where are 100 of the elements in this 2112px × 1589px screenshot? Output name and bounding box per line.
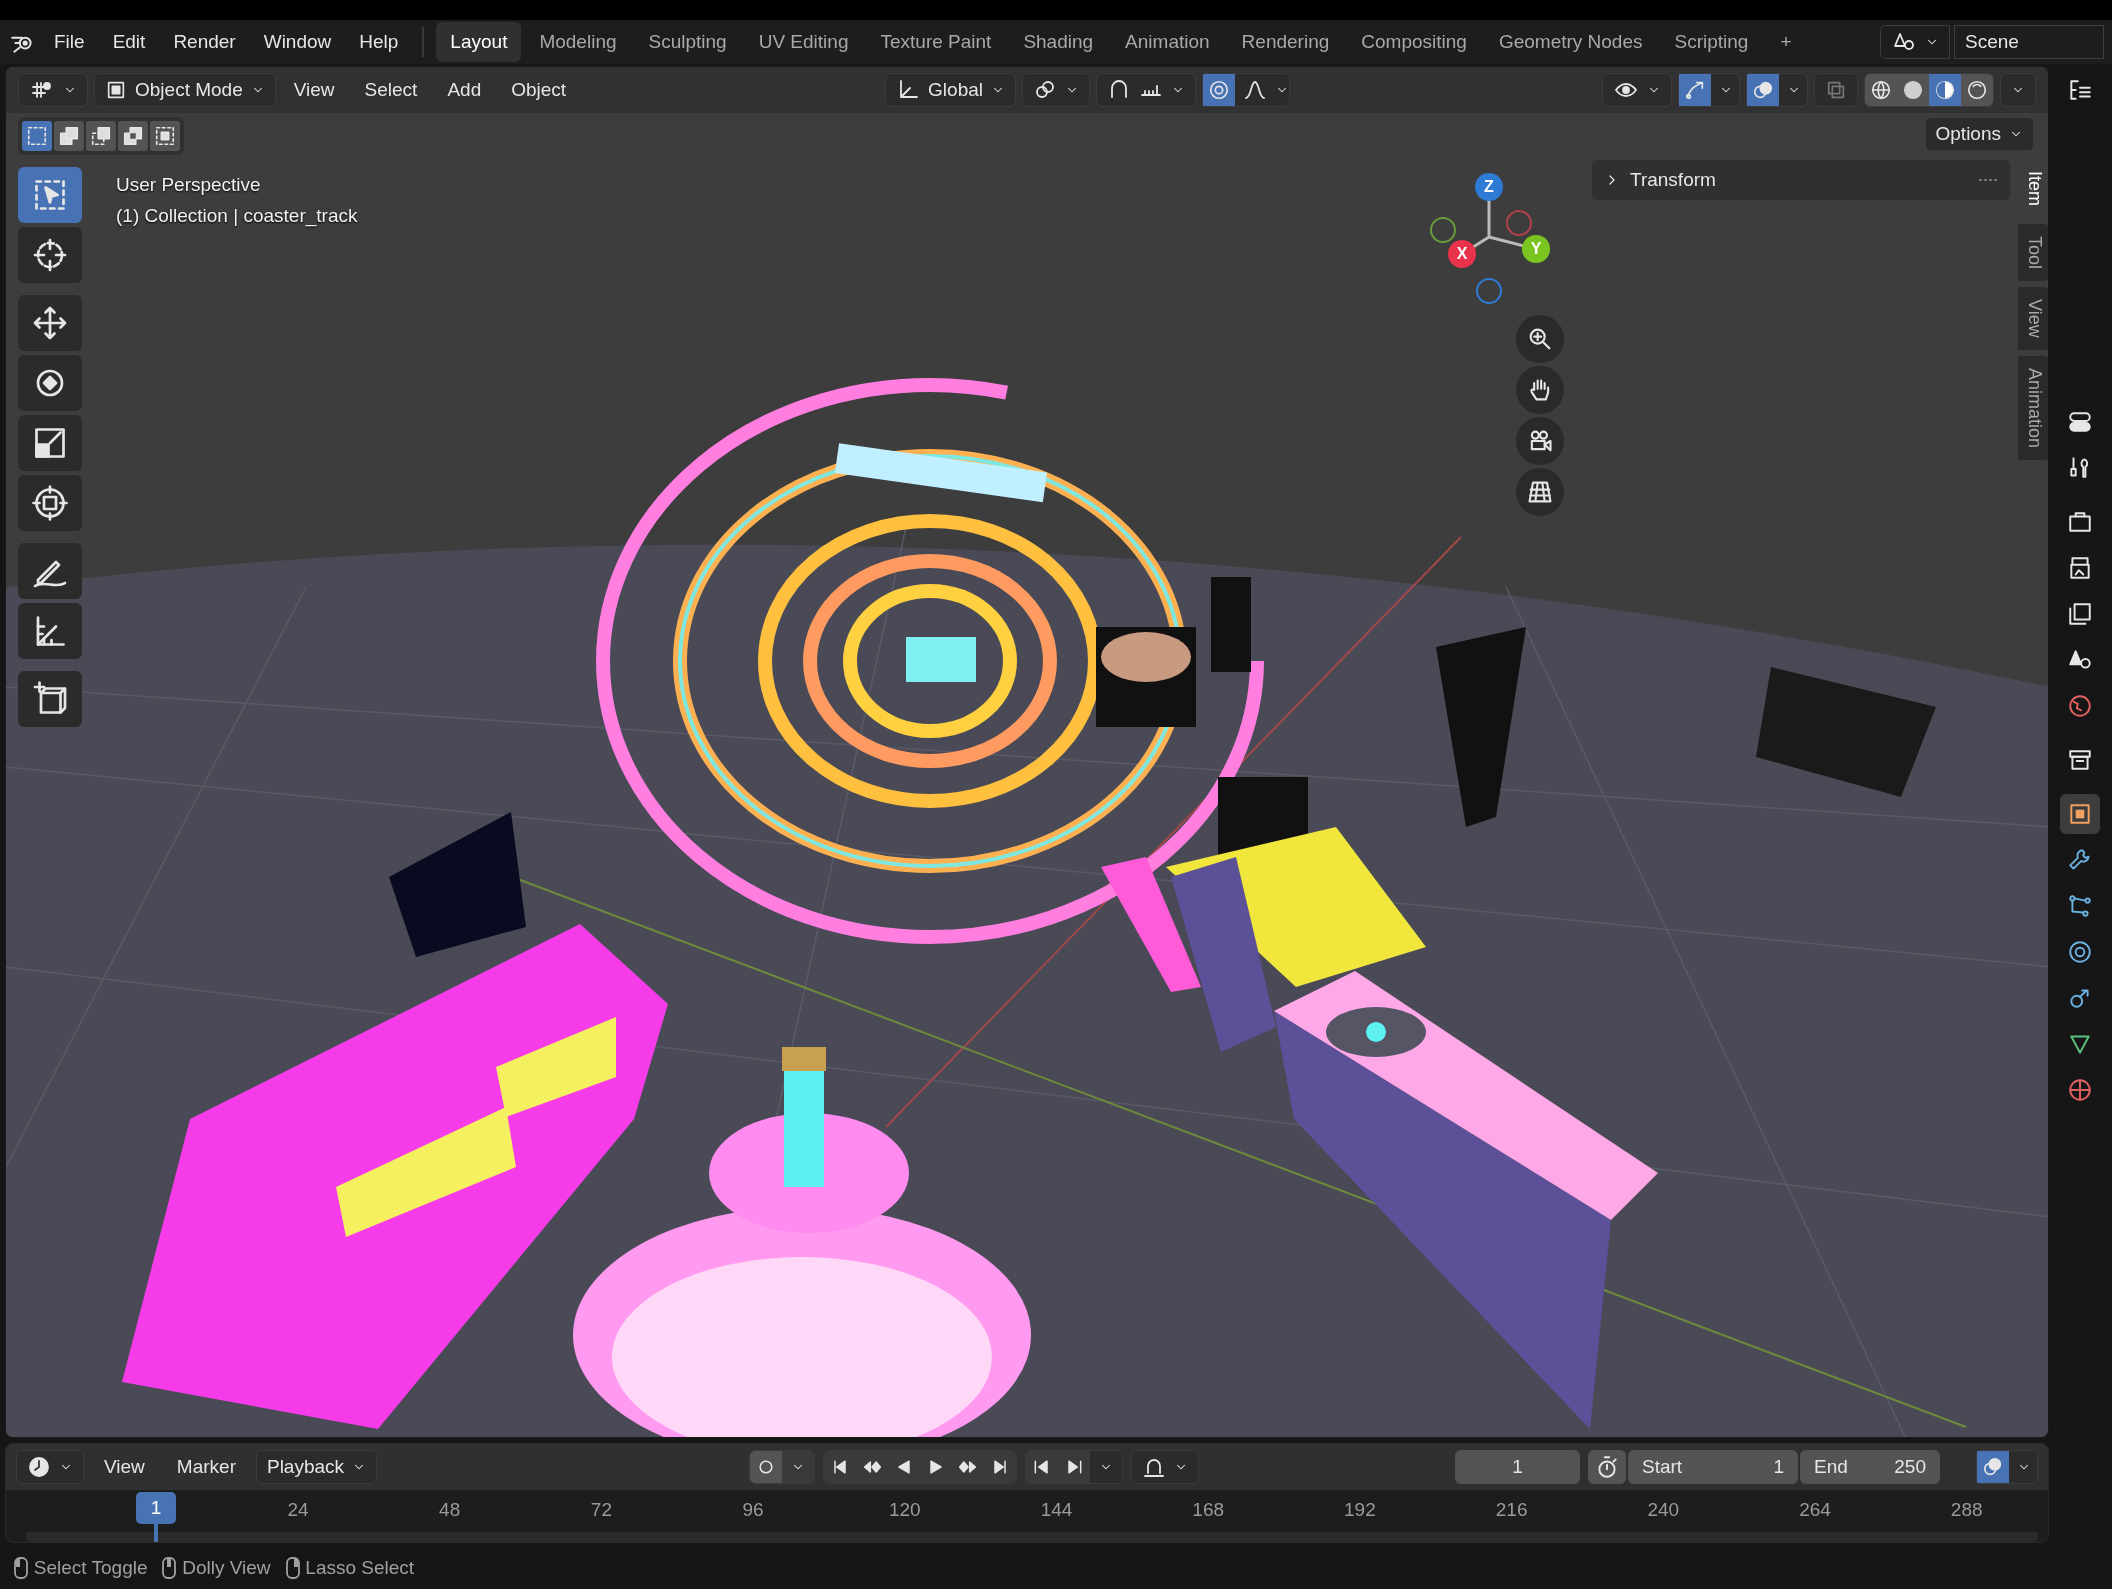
keying-dropdown[interactable]	[1976, 1450, 2038, 1484]
shading-switcher[interactable]	[1864, 73, 1994, 107]
workspace-tab[interactable]: Scripting	[1660, 21, 1763, 63]
mode-dropdown[interactable]: Object Mode	[94, 73, 276, 107]
tool-button[interactable]	[18, 415, 82, 471]
transform-panel[interactable]: Transform	[1591, 159, 2011, 201]
pivot-dropdown[interactable]	[1022, 73, 1090, 107]
sidebar-tab[interactable]: View	[2018, 287, 2048, 350]
workspace-tab[interactable]: Geometry Nodes	[1484, 21, 1657, 63]
selection-mode-button[interactable]	[150, 121, 180, 151]
workspace-tab[interactable]: Layout	[436, 21, 522, 63]
menu-item[interactable]: Window	[251, 21, 344, 63]
workspace-tab[interactable]: Rendering	[1227, 21, 1344, 63]
scene-selector[interactable]	[1880, 25, 1950, 59]
frame-number: 48	[439, 1498, 461, 1522]
start-frame-field[interactable]: Start 1	[1628, 1450, 1798, 1484]
workspace-tab[interactable]: Animation	[1111, 21, 1224, 63]
sidebar-tab[interactable]: Tool	[2018, 224, 2048, 282]
playback-button[interactable]	[984, 1451, 1016, 1483]
frame-number: 264	[1799, 1498, 1831, 1522]
menu-item[interactable]: Object	[499, 69, 579, 111]
object-mode-icon	[105, 79, 127, 101]
navigation-button[interactable]	[1516, 366, 1564, 414]
menu-item[interactable]: File	[42, 21, 97, 63]
tool-button[interactable]	[18, 671, 82, 727]
selection-mode-button[interactable]	[118, 121, 148, 151]
tool-button[interactable]	[18, 355, 82, 411]
properties-tab[interactable]	[2059, 794, 2100, 834]
shading-mode-button[interactable]	[1929, 74, 1961, 106]
sidebar-tab[interactable]: Animation	[2018, 355, 2048, 460]
add-workspace-button[interactable]: +	[1766, 21, 1806, 63]
menu-item[interactable]: View	[281, 69, 347, 111]
workspace-tab[interactable]: UV Editing	[744, 21, 863, 63]
overlays-dropdown[interactable]	[1746, 73, 1808, 107]
workspace-tab[interactable]: Modeling	[525, 21, 631, 63]
shading-mode-button[interactable]	[1897, 74, 1929, 106]
workspace-tab[interactable]: Texture Paint	[866, 21, 1006, 63]
scale-tool-icon	[32, 425, 68, 461]
menu-item[interactable]: Help	[347, 21, 411, 63]
auto-keying-dropdown[interactable]	[1131, 1450, 1199, 1484]
move-tool-icon	[32, 305, 68, 341]
material-shading-icon	[1934, 79, 1956, 101]
menu-item[interactable]: Select	[352, 69, 430, 111]
frame-step-controls[interactable]	[1025, 1450, 1123, 1484]
navigation-button[interactable]	[1516, 468, 1564, 516]
workspace-tab[interactable]: Sculpting	[634, 21, 741, 63]
transform-tool-icon	[32, 485, 68, 521]
gizmo-dropdown[interactable]	[1678, 73, 1740, 107]
workspace-tab[interactable]: Compositing	[1347, 21, 1481, 63]
snap-dropdown[interactable]	[1096, 73, 1196, 107]
selection-mode-button[interactable]	[86, 121, 116, 151]
record-button[interactable]	[750, 1451, 782, 1483]
preview-range-toggle[interactable]	[1588, 1450, 1626, 1484]
view-name-label: User Perspective	[116, 173, 262, 197]
selection-mode-icon	[154, 125, 176, 147]
playback-button[interactable]	[824, 1451, 856, 1483]
selection-mode-button[interactable]	[54, 121, 84, 151]
frame-step-button[interactable]	[1058, 1451, 1090, 1483]
shading-mode-button[interactable]	[1961, 74, 1993, 106]
proportional-editing-dropdown[interactable]	[1202, 73, 1290, 107]
cursor-tool-icon	[32, 237, 68, 273]
xray-toggle[interactable]	[1814, 73, 1858, 107]
playback-controls[interactable]	[823, 1450, 1017, 1484]
options-dropdown[interactable]: Options	[1924, 117, 2034, 151]
record-control[interactable]	[749, 1450, 815, 1484]
proportional-icon	[1208, 79, 1230, 101]
tool-button[interactable]	[18, 475, 82, 531]
axis-label[interactable]: Z	[1475, 173, 1503, 201]
editor-type-button[interactable]	[16, 1450, 84, 1484]
menu-item[interactable]: View	[92, 1446, 157, 1488]
menu-item[interactable]: Add	[435, 69, 494, 111]
axis-label[interactable]: X	[1448, 240, 1476, 268]
navigation-button[interactable]	[1516, 417, 1564, 465]
tool-button[interactable]	[18, 295, 82, 351]
tool-button[interactable]	[18, 603, 82, 659]
menu-item[interactable]: Render	[161, 21, 248, 63]
orientation-dropdown[interactable]: Global	[885, 73, 1016, 107]
editor-type-button[interactable]	[18, 73, 88, 107]
frame-number: 96	[742, 1498, 764, 1522]
current-frame-field[interactable]: 1	[1455, 1450, 1580, 1484]
frame-step-button[interactable]	[1026, 1451, 1058, 1483]
navigation-button[interactable]	[1516, 315, 1564, 363]
collection-icon	[2066, 747, 2093, 773]
end-frame-field[interactable]: End 250	[1800, 1450, 1940, 1484]
shading-mode-button[interactable]	[1865, 74, 1897, 106]
menu-item[interactable]: Marker	[164, 1446, 248, 1488]
workspace-tab[interactable]: Shading	[1009, 21, 1108, 63]
frame-number: 144	[1040, 1498, 1073, 1522]
playhead[interactable]: 1	[136, 1492, 176, 1524]
visibility-dropdown[interactable]	[1602, 73, 1672, 107]
menu-item[interactable]: Edit	[100, 21, 158, 63]
status-hint: Select Toggle	[33, 1555, 148, 1580]
tool-button[interactable]	[18, 227, 82, 283]
tool-button[interactable]	[18, 543, 82, 599]
playback-dropdown[interactable]: Playback	[255, 1450, 378, 1484]
selection-mode-icon	[58, 125, 80, 147]
selection-mode-icon	[26, 125, 48, 147]
particles-icon	[2066, 893, 2093, 919]
selection-mode-button[interactable]	[22, 121, 52, 151]
scene-name-field[interactable]: Scene	[1954, 25, 2104, 59]
